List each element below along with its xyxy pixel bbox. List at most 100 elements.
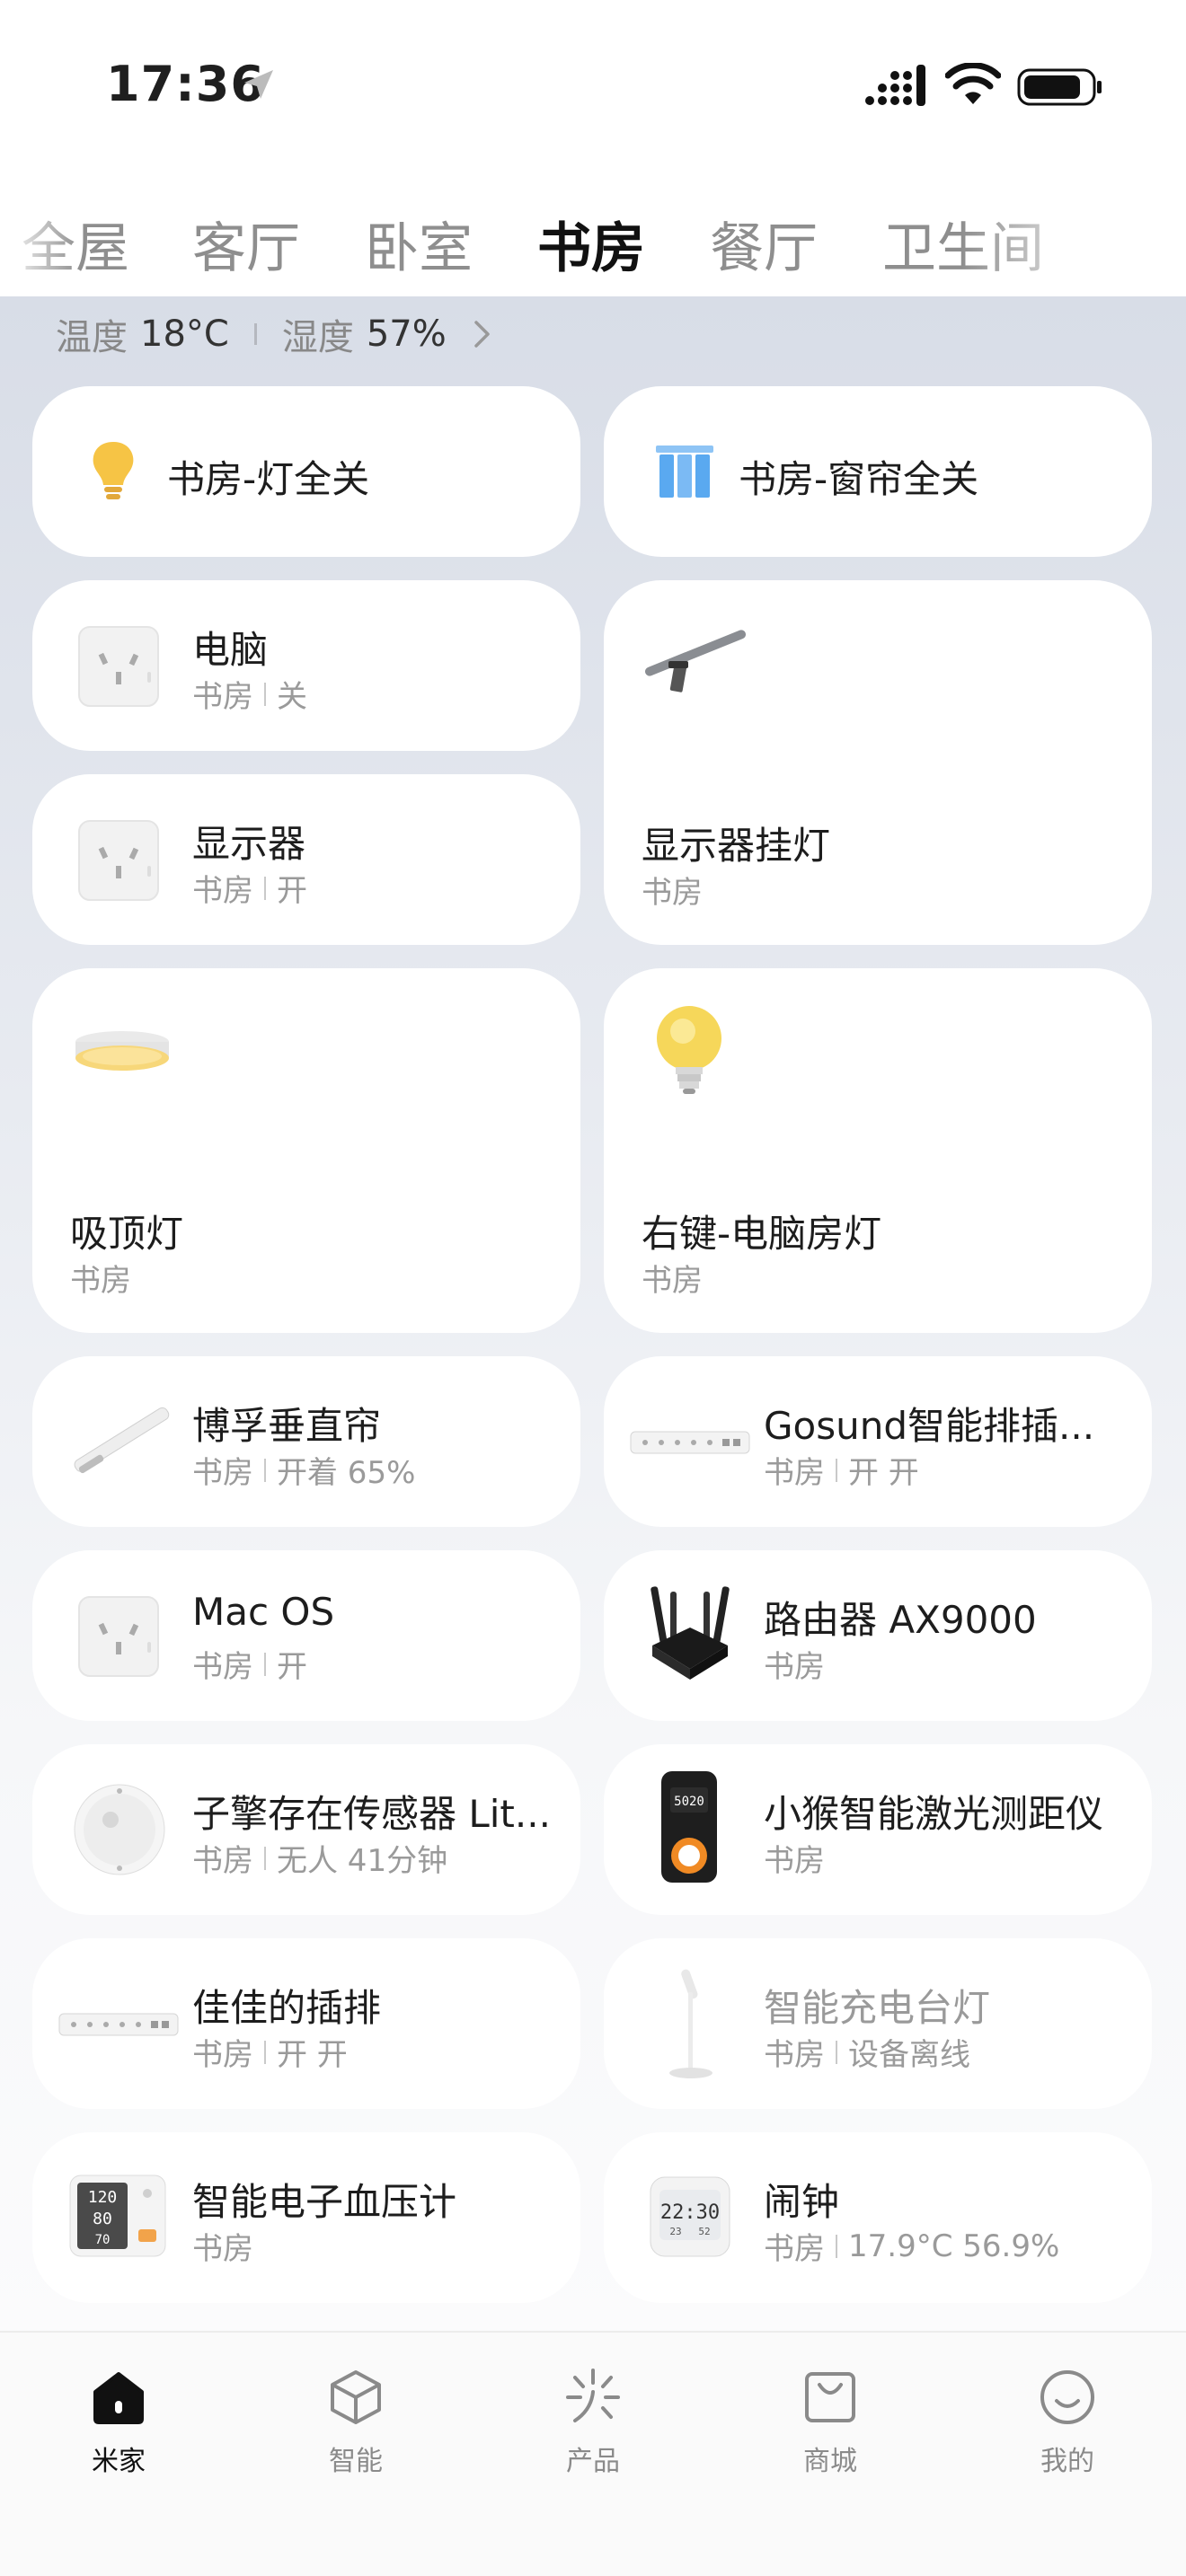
humidity-value: 57% [366, 313, 447, 355]
bottom-nav: 米家 智能 产品 商城 我的 [0, 2331, 1186, 2576]
device-card-blood-pressure[interactable]: 120 80 70 智能电子血压计 书房 [32, 2132, 580, 2303]
device-status: 书房 设备离线 [764, 2030, 970, 2074]
device-state: 无人 41分钟 [277, 1843, 448, 1879]
device-name: 小猴智能激光测距仪 [764, 1792, 1104, 1836]
nav-label: 产品 [566, 2446, 620, 2477]
device-status: 书房 [764, 1836, 825, 1880]
device-status: 书房关 [192, 672, 307, 716]
device-name: 电脑 [192, 628, 269, 672]
cellular-signal-icon [865, 65, 925, 106]
device-status: 书房 17.9°C 56.9% [764, 2224, 1059, 2268]
device-card-jiajia-strip[interactable]: 佳佳的插排 书房开 开 [32, 1938, 580, 2109]
device-status: 书房 无人 41分钟 [192, 1836, 447, 1880]
nav-label: 商城 [803, 2446, 857, 2477]
device-room: 书房 [192, 2037, 253, 2073]
presence-sensor-icon [74, 1784, 165, 1875]
device-room: 书房 [764, 2231, 825, 2267]
clock-display-humidity: 52 [698, 2226, 710, 2237]
bag-icon [805, 2372, 855, 2422]
tab-dining-room[interactable]: 餐厅 [710, 205, 818, 283]
curtain-icon [656, 446, 713, 498]
tabs-fade-left [0, 180, 81, 296]
device-card-laser-rangefinder[interactable]: 5020 小猴智能激光测距仪 书房 [604, 1744, 1152, 1915]
device-status: 书房开 [192, 1642, 307, 1686]
device-status: 书房 [70, 1256, 131, 1300]
chevron-right-icon [474, 321, 490, 348]
device-name: 智能充电台灯 [764, 1986, 991, 2030]
nav-label: 我的 [1040, 2446, 1094, 2477]
device-card-monitor-light[interactable]: 显示器挂灯 书房 [604, 580, 1152, 945]
device-room: 书房 [192, 1455, 253, 1491]
device-room: 书房 [192, 1649, 253, 1685]
wifi-icon [945, 63, 1001, 104]
device-name: 博孚垂直帘 [192, 1404, 382, 1448]
device-name: 闹钟 [764, 2180, 840, 2224]
rangefinder-readout: 5020 [674, 1795, 704, 1809]
device-name: 子擎存在传感器 Lit... [192, 1792, 551, 1836]
bp-systolic: 120 [88, 2188, 118, 2207]
device-status: 书房 [642, 1256, 703, 1300]
nav-products[interactable]: 产品 [521, 2365, 665, 2478]
battery-icon [1017, 68, 1102, 106]
device-name: 佳佳的插排 [192, 1986, 382, 2030]
sparkle-icon [566, 2369, 620, 2422]
nav-home[interactable]: 米家 [47, 2365, 190, 2478]
tabs-fade-right [961, 180, 1186, 296]
device-card-alarm-clock[interactable]: 22:30 23 52 闹钟 书房 17.9°C 56.9% [604, 2132, 1152, 2303]
device-card-router[interactable]: 路由器 AX9000 书房 [604, 1550, 1152, 1721]
cube-icon [331, 2370, 381, 2424]
device-name: 吸顶灯 [70, 1212, 184, 1256]
device-room: 书房 [192, 1843, 253, 1879]
clock-display-time: 22:30 [660, 2201, 720, 2224]
nav-shop[interactable]: 商城 [758, 2365, 902, 2478]
device-room: 书房 [192, 2231, 253, 2267]
environment-bar[interactable]: 温度 18°C 湿度 57% [56, 307, 493, 361]
tab-study[interactable]: 书房 [537, 205, 645, 283]
scene-name: 书房-灯全关 [167, 457, 370, 501]
device-card-desk-lamp[interactable]: 智能充电台灯 书房 设备离线 [604, 1938, 1152, 2109]
clock-display-temp: 23 [669, 2226, 681, 2237]
device-card-monitor[interactable]: 显示器 书房开 [32, 774, 580, 945]
scene-card-lights-off[interactable]: 书房-灯全关 [32, 386, 580, 557]
device-status: 书房 开着 65% [192, 1448, 415, 1492]
device-room: 书房 [192, 679, 253, 715]
device-state: 开 [277, 873, 307, 909]
blood-pressure-monitor-icon: 120 80 70 [69, 2175, 166, 2257]
socket-icon [78, 1596, 159, 1677]
alarm-clock-icon: 22:30 23 52 [650, 2176, 730, 2257]
device-card-presence-sensor[interactable]: 子擎存在传感器 Lit... 书房 无人 41分钟 [32, 1744, 580, 1915]
device-status: 书房 [642, 868, 703, 912]
device-card-pc-room-light[interactable]: 右键-电脑房灯 书房 [604, 968, 1152, 1333]
monitor-light-bar-icon [645, 630, 746, 693]
device-state: 17.9°C 56.9% [848, 2228, 1060, 2264]
scene-card-curtains-off[interactable]: 书房-窗帘全关 [604, 386, 1152, 557]
device-status: 书房 [192, 2224, 253, 2268]
device-name: 右键-电脑房灯 [642, 1212, 882, 1256]
device-status: 书房开 开 [764, 1448, 919, 1492]
device-name: Gosund智能排插... [764, 1404, 1095, 1448]
device-card-vertical-blind[interactable]: 博孚垂直帘 书房 开着 65% [32, 1356, 580, 1527]
device-name: 智能电子血压计 [192, 2180, 457, 2224]
smile-icon [1040, 2370, 1094, 2424]
device-card-computer[interactable]: 电脑 书房关 [32, 580, 580, 751]
temp-label: 温度 [56, 317, 128, 358]
bulb-icon [657, 1006, 721, 1094]
device-name: 显示器 [192, 822, 306, 866]
humidity-label: 湿度 [281, 317, 354, 358]
device-status: 书房开 开 [192, 2030, 348, 2074]
tab-living-room[interactable]: 客厅 [192, 205, 300, 283]
device-name: 路由器 AX9000 [764, 1598, 1037, 1642]
room-tabs: 全屋 客厅 卧室 书房 餐厅 卫生间 [0, 180, 1186, 296]
scene-name: 书房-窗帘全关 [739, 457, 979, 501]
desk-lamp-icon [669, 1969, 712, 2078]
tab-bedroom[interactable]: 卧室 [365, 205, 473, 283]
location-arrow-icon [244, 70, 273, 99]
device-room: 书房 [192, 873, 253, 909]
device-card-mac-os[interactable]: Mac OS 书房开 [32, 1550, 580, 1721]
device-card-gosund-strip[interactable]: Gosund智能排插... 书房开 开 [604, 1356, 1152, 1527]
device-card-ceiling-light[interactable]: 吸顶灯 书房 [32, 968, 580, 1333]
router-icon [651, 1586, 730, 1680]
nav-smart[interactable]: 智能 [284, 2365, 428, 2478]
home-icon [93, 2372, 144, 2424]
nav-profile[interactable]: 我的 [996, 2365, 1139, 2478]
